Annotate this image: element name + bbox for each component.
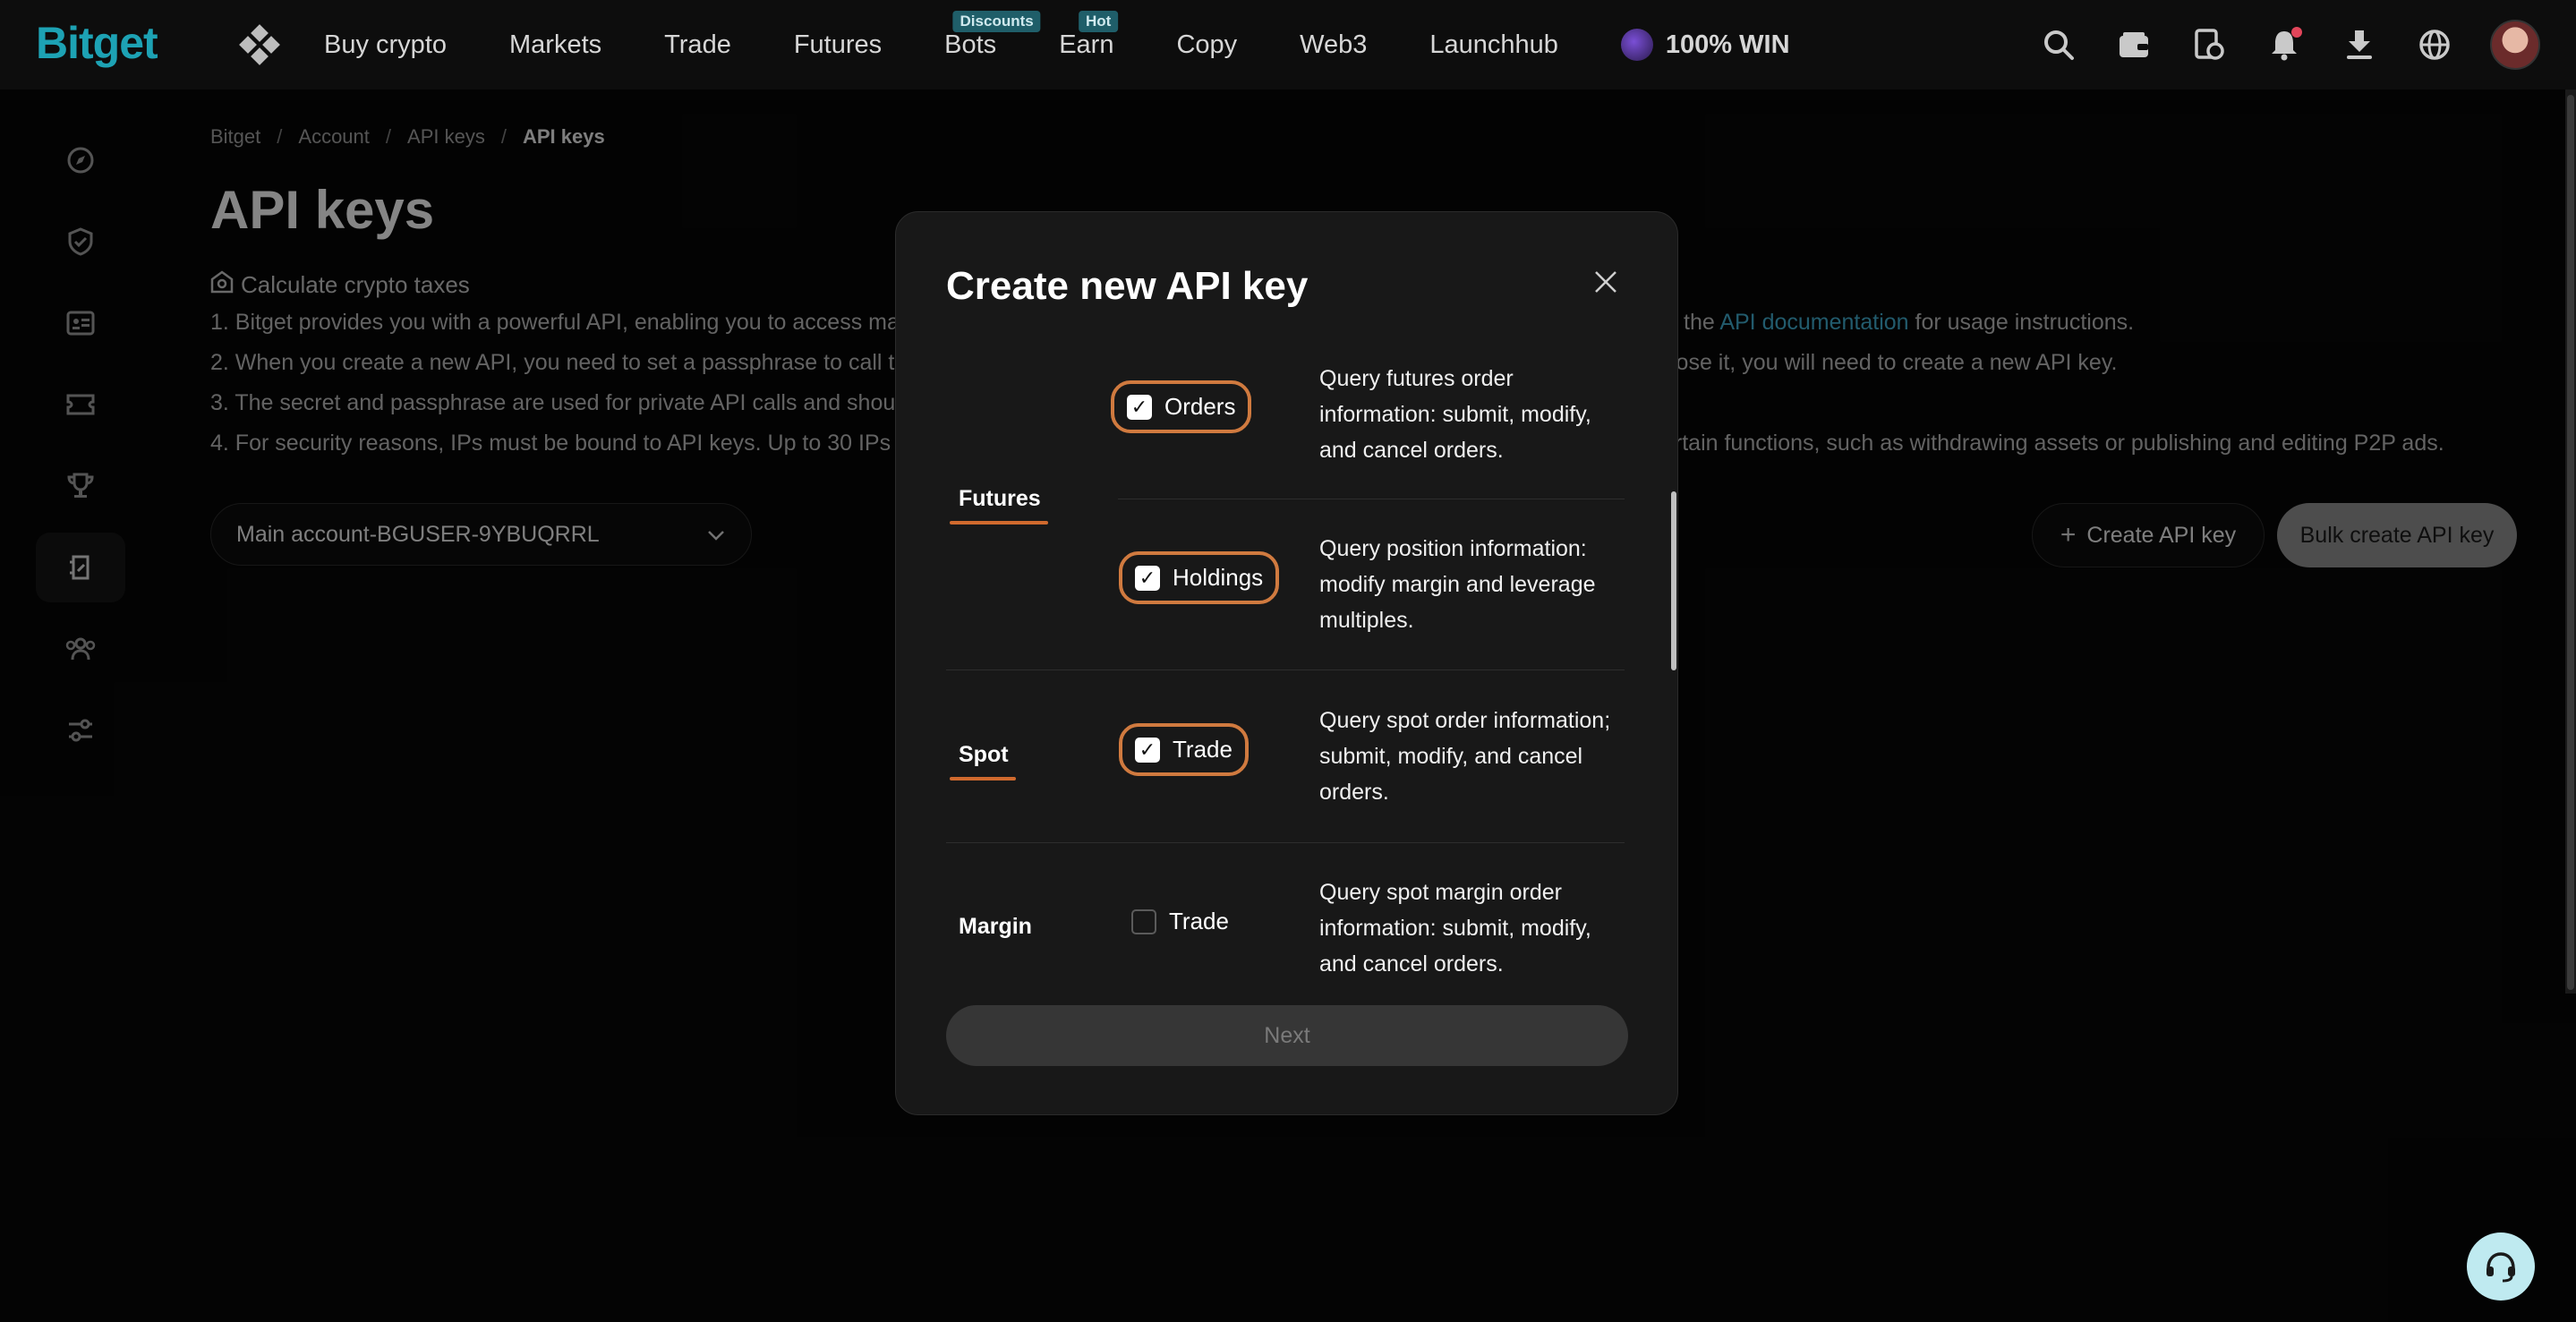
top-navigation: Bitget Buy crypto Markets Trade Futures …: [0, 0, 2576, 90]
language-icon[interactable]: [2415, 25, 2454, 64]
hot-badge: Hot: [1078, 10, 1119, 32]
next-button[interactable]: Next: [946, 1005, 1628, 1066]
close-icon[interactable]: [1590, 268, 1622, 300]
permission-futures-orders[interactable]: ✓ Orders: [1111, 380, 1252, 433]
nav-futures[interactable]: Futures: [794, 30, 882, 60]
nav-copy[interactable]: Copy: [1176, 30, 1237, 60]
orders-icon[interactable]: [2189, 25, 2229, 64]
wallet-icon[interactable]: [2114, 25, 2154, 64]
checkbox-unchecked[interactable]: [1131, 908, 1156, 934]
permission-margin-trade[interactable]: Trade: [1131, 908, 1229, 935]
logo-text: Bitget: [36, 18, 158, 68]
category-spot-label: Spot: [950, 742, 1016, 780]
avatar[interactable]: [2490, 20, 2540, 70]
modal-title: Create new API key: [946, 264, 1309, 308]
nav-markets[interactable]: Markets: [509, 30, 601, 60]
support-chat-icon[interactable]: [2467, 1232, 2535, 1301]
nav-launchhub[interactable]: Launchhub: [1429, 30, 1558, 60]
category-margin-label: Margin: [959, 914, 1032, 939]
apps-grid-icon[interactable]: [239, 24, 280, 65]
permission-description: Query spot margin order information: sub…: [1319, 880, 1591, 977]
divider: [946, 842, 1625, 843]
page-scrollbar[interactable]: [2565, 90, 2576, 994]
permission-description: Query position information: modify margi…: [1319, 536, 1596, 633]
nav-trade[interactable]: Trade: [664, 30, 731, 60]
header-icons: [2039, 0, 2540, 90]
create-api-key-modal: Create new API key Futures ✓ Orders Quer…: [895, 211, 1678, 1115]
search-icon[interactable]: [2039, 25, 2078, 64]
permission-spot-trade[interactable]: ✓ Trade: [1119, 723, 1249, 776]
notification-dot: [2291, 27, 2302, 38]
permission-futures-holdings[interactable]: ✓ Holdings: [1119, 551, 1280, 604]
checkbox-checked[interactable]: ✓: [1135, 565, 1160, 591]
discounts-badge: Discounts: [952, 10, 1041, 32]
category-futures-label: Futures: [950, 486, 1048, 525]
permission-description: Query futures order information: submit,…: [1319, 366, 1591, 463]
main-nav: Buy crypto Markets Trade Futures Bots Di…: [239, 0, 1790, 90]
checkbox-checked[interactable]: ✓: [1135, 737, 1160, 763]
nav-earn[interactable]: Earn Hot: [1059, 10, 1119, 60]
download-icon[interactable]: [2340, 25, 2379, 64]
nav-bots[interactable]: Bots Discounts: [944, 10, 1041, 60]
nav-buy-crypto[interactable]: Buy crypto: [324, 30, 447, 60]
nav-web3[interactable]: Web3: [1300, 30, 1367, 60]
bitget-logo[interactable]: Bitget: [36, 16, 158, 70]
promo-100-win[interactable]: 100% WIN: [1620, 29, 1790, 61]
rocket-icon: [1620, 29, 1653, 61]
notification-icon[interactable]: [2265, 25, 2304, 64]
modal-scrollbar[interactable]: [1671, 491, 1676, 670]
checkbox-checked[interactable]: ✓: [1127, 394, 1152, 420]
permission-description: Query spot order information; submit, mo…: [1319, 708, 1611, 805]
